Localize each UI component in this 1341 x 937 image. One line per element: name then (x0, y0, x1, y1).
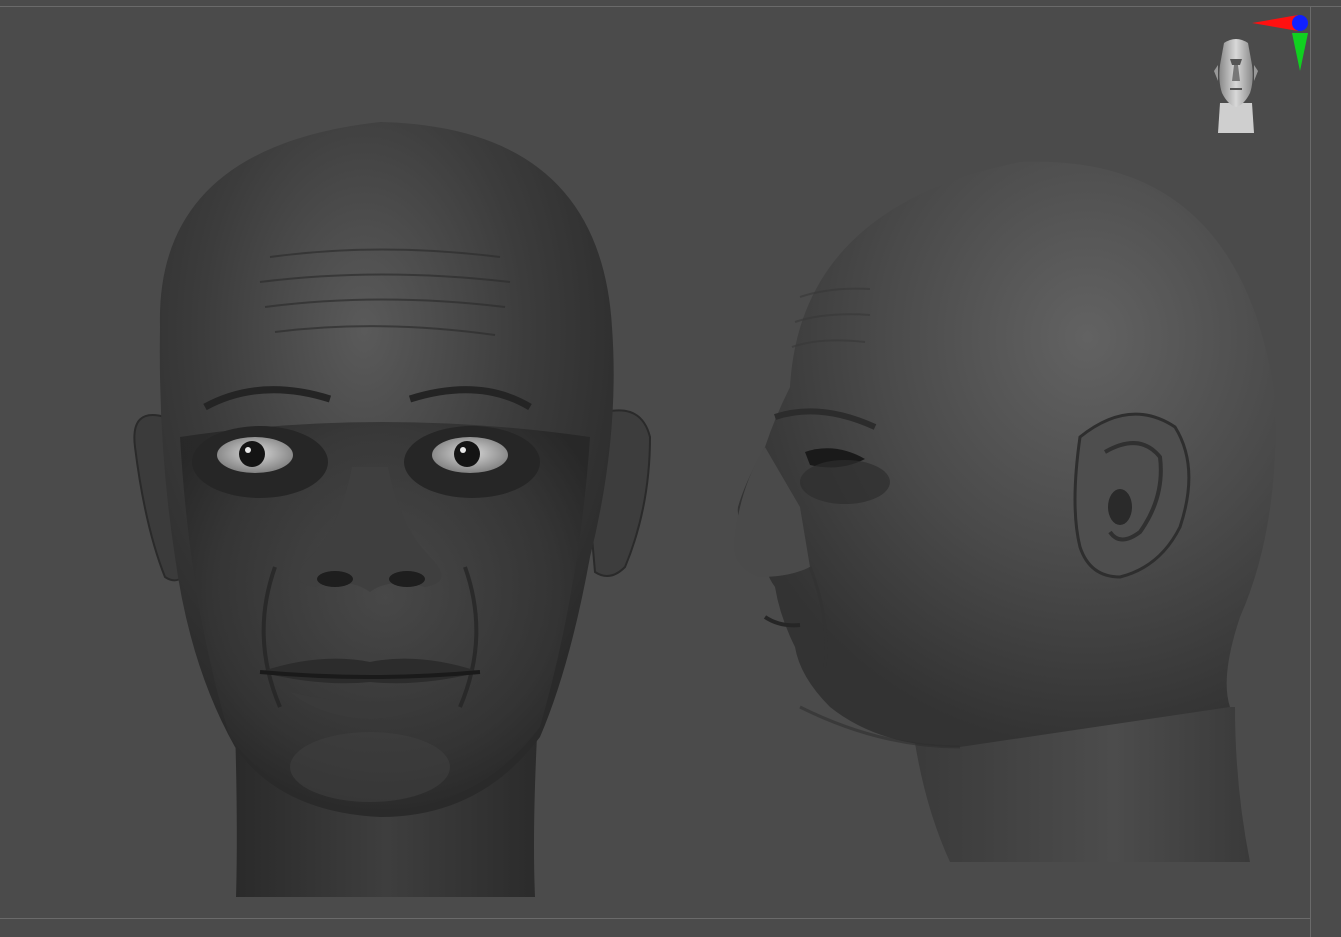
y-axis-arrow (1292, 33, 1308, 71)
head-model-side-view[interactable] (720, 147, 1300, 877)
viewport-frame-top (0, 6, 1341, 7)
viewport-frame-bottom (0, 918, 1311, 919)
x-axis-arrow (1252, 15, 1298, 31)
viewport-frame-right (1310, 6, 1311, 937)
z-axis-handle (1292, 15, 1308, 31)
axis-gizmo-icon[interactable] (1246, 11, 1318, 81)
3d-viewport[interactable] (0, 0, 1341, 937)
head-model-front-view[interactable] (120, 107, 680, 907)
sculpt-canvas[interactable] (0, 7, 1310, 918)
